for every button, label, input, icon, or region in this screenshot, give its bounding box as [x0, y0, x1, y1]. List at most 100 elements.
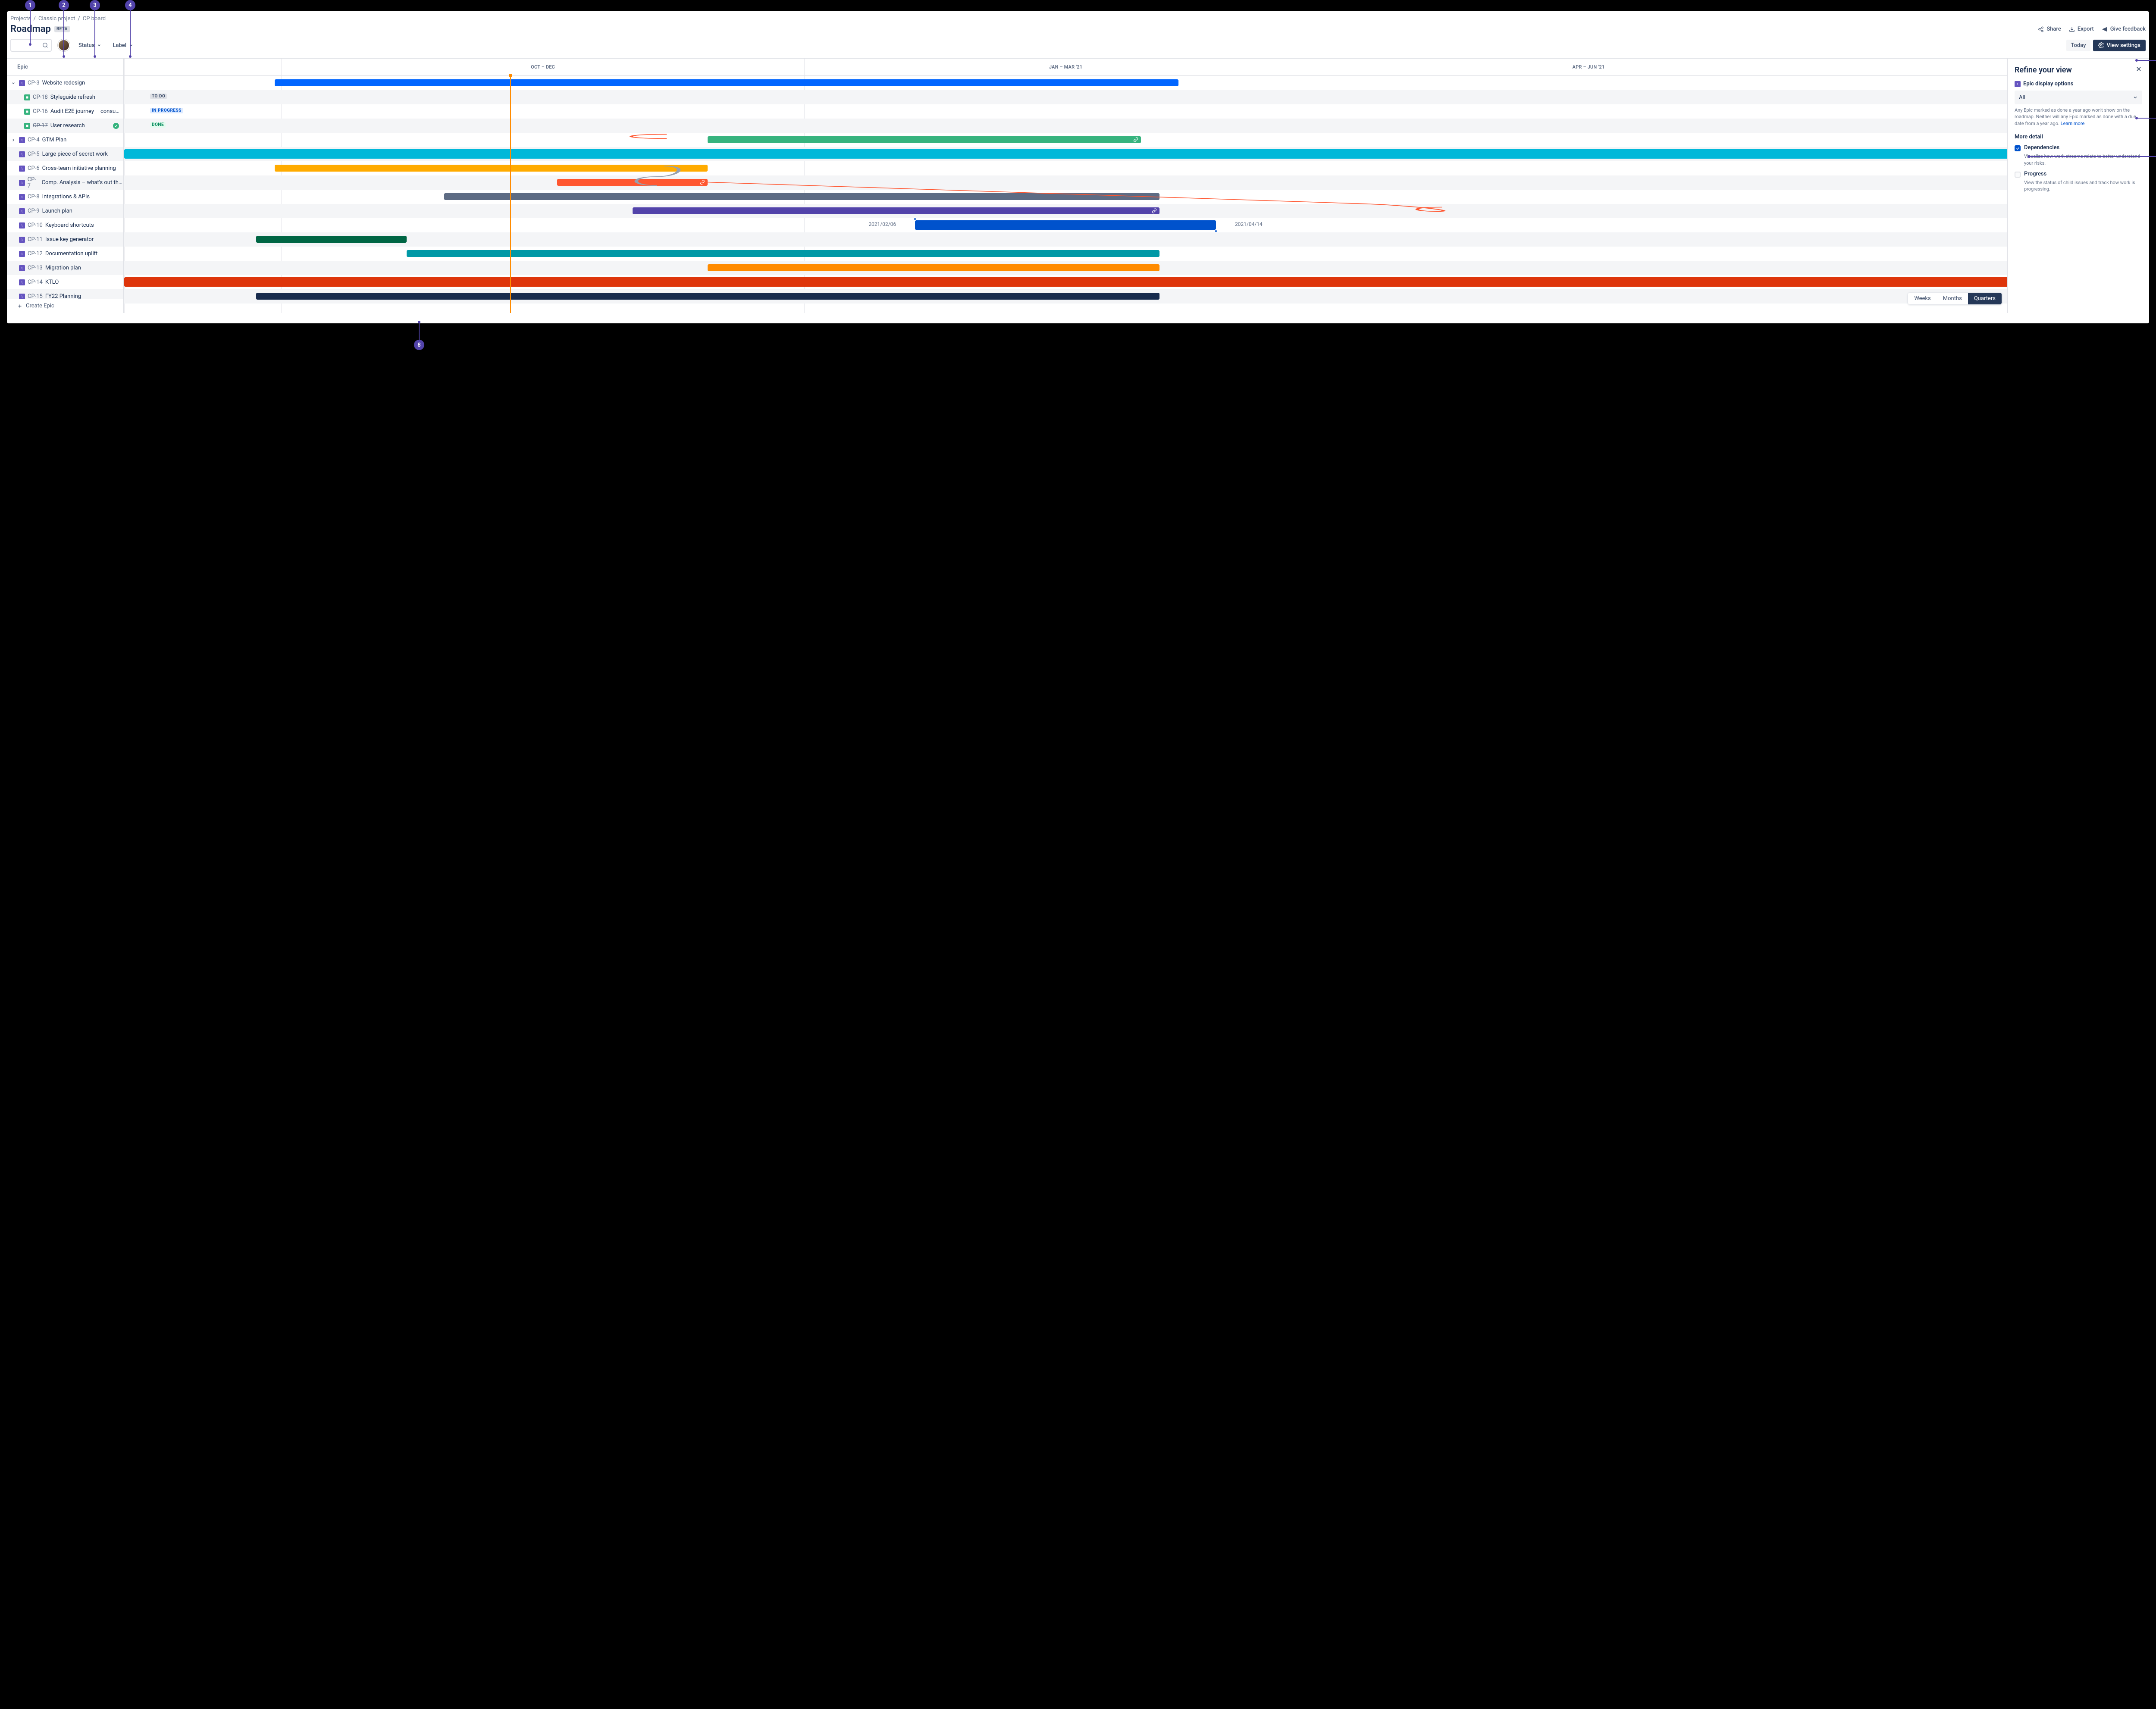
date-label-end: 2021/04/14 [1235, 221, 1263, 227]
create-epic-button[interactable]: Create Epic [7, 299, 123, 313]
progress-desc: View the status of child issues and trac… [2024, 179, 2142, 193]
epic-icon [19, 180, 25, 186]
beta-badge: BETA [54, 26, 70, 32]
timeline-bar[interactable] [915, 220, 1216, 230]
timeline-bar[interactable] [124, 277, 2007, 287]
issue-key: CP-15 [28, 293, 43, 299]
epic-row[interactable]: CP-17User research [7, 119, 123, 133]
epic-icon [19, 279, 25, 285]
more-detail-heading: More detail [2015, 134, 2142, 140]
timeline-bar[interactable] [708, 264, 1159, 271]
timeline-bar[interactable] [444, 193, 1159, 200]
timeline-bar[interactable] [633, 207, 1159, 214]
epic-icon [19, 251, 25, 257]
epic-row[interactable]: CP-16Audit E2E journey – consu… [7, 104, 123, 119]
epic-icon [19, 137, 25, 143]
epic-row[interactable]: CP-3Website redesign [7, 76, 123, 90]
epic-row[interactable]: CP-14KTLO [7, 275, 123, 289]
issue-name: Website redesign [42, 80, 85, 86]
issue-key: CP-8 [28, 194, 40, 200]
timeline-bar[interactable] [256, 293, 1160, 300]
timeline-bar[interactable] [124, 149, 2007, 159]
timeline-row [124, 147, 2007, 161]
story-icon [24, 109, 30, 115]
issue-name: Integrations & APIs [42, 194, 90, 200]
epic-row[interactable]: CP-7Comp. Analysis – what's out the… [7, 175, 123, 190]
epic-row[interactable]: CP-15FY22 Planning [7, 289, 123, 299]
timeline-header-cell [124, 59, 281, 75]
close-icon[interactable] [2135, 66, 2142, 75]
issue-key: CP-17 [33, 122, 48, 129]
view-settings-button[interactable]: View settings [2093, 40, 2146, 51]
timeline-bar[interactable] [407, 250, 1159, 257]
status-filter[interactable]: Status [76, 41, 104, 50]
issue-key: CP-7 [28, 176, 39, 189]
status-badge: IN PROGRESS [150, 108, 183, 113]
epic-row[interactable]: CP-5Large piece of secret work [7, 147, 123, 161]
epic-icon [19, 151, 25, 157]
timeline-row: DONE [124, 119, 2007, 133]
epic-icon [19, 265, 25, 271]
epic-header: Epic [7, 59, 123, 76]
today-button[interactable]: Today [2066, 40, 2090, 51]
export-button[interactable]: Export [2069, 26, 2094, 32]
issue-name: Issue key generator [45, 236, 94, 243]
dependencies-checkbox[interactable] [2015, 145, 2021, 151]
issue-key: CP-6 [28, 165, 40, 172]
progress-checkbox[interactable] [2015, 172, 2021, 178]
timeline-bar[interactable] [275, 79, 1178, 86]
breadcrumb-projects[interactable]: Projects [10, 16, 31, 22]
annotation-2: 2 [59, 0, 69, 10]
epic-row[interactable]: CP-11Issue key generator [7, 232, 123, 247]
annotation-1: 1 [25, 0, 35, 10]
epic-display-heading: Epic display options [2015, 81, 2142, 87]
timeline-row [124, 190, 2007, 204]
label-filter[interactable]: Label [110, 41, 136, 50]
issue-key: CP-10 [28, 222, 43, 228]
annotation-8: 8 [414, 340, 424, 350]
zoom-months[interactable]: Months [1937, 293, 1968, 304]
chevron-down-icon [2133, 95, 2138, 100]
timeline-row [124, 261, 2007, 275]
megaphone-icon [2102, 26, 2108, 32]
export-icon [2069, 26, 2075, 32]
epic-icon [19, 166, 25, 172]
zoom-quarters[interactable]: Quarters [1968, 293, 2002, 304]
timeline-bar[interactable] [275, 165, 708, 172]
epic-row[interactable]: CP-18Styleguide refresh [7, 90, 123, 104]
learn-more-link[interactable]: Learn more [2061, 121, 2085, 126]
timeline-row [124, 161, 2007, 175]
search-icon [42, 42, 48, 48]
epic-display-select[interactable]: All [2015, 91, 2142, 104]
timeline-bar[interactable] [557, 179, 708, 186]
issue-name: Migration plan [45, 265, 81, 271]
timeline-row: 2021/02/06 2021/04/14 [124, 218, 2007, 232]
expand-chevron[interactable] [10, 138, 16, 142]
issue-name: Styleguide refresh [50, 94, 95, 100]
timeline-header-cell: APR – JUN '21 [1327, 59, 1849, 75]
feedback-button[interactable]: Give feedback [2102, 26, 2146, 32]
issue-key: CP-18 [33, 94, 48, 100]
epic-row[interactable]: CP-10Keyboard shortcuts [7, 218, 123, 232]
timeline-row: TO DO [124, 90, 2007, 104]
epic-row[interactable]: CP-9Launch plan [7, 204, 123, 218]
dependencies-label: Dependencies [2024, 144, 2059, 151]
issue-name: Comp. Analysis – what's out the… [42, 179, 123, 186]
epic-icon [19, 237, 25, 243]
timeline-row [124, 247, 2007, 261]
epic-row[interactable]: CP-8Integrations & APIs [7, 190, 123, 204]
expand-chevron[interactable] [10, 81, 16, 85]
progress-label: Progress [2024, 171, 2046, 177]
share-button[interactable]: Share [2038, 26, 2061, 32]
date-label-start: 2021/02/06 [868, 221, 896, 227]
resize-handle[interactable] [913, 217, 917, 221]
breadcrumb-classic[interactable]: Classic project [38, 16, 75, 22]
timeline-bar[interactable] [708, 136, 1141, 143]
zoom-weeks[interactable]: Weeks [1908, 293, 1937, 304]
epic-row[interactable]: CP-4GTM Plan [7, 133, 123, 147]
issue-name: GTM Plan [42, 137, 67, 143]
timeline-bar[interactable] [256, 236, 407, 243]
epic-row[interactable]: CP-12Documentation uplift [7, 247, 123, 261]
epic-row[interactable]: CP-6Cross-team initiative planning [7, 161, 123, 175]
epic-row[interactable]: CP-13Migration plan [7, 261, 123, 275]
